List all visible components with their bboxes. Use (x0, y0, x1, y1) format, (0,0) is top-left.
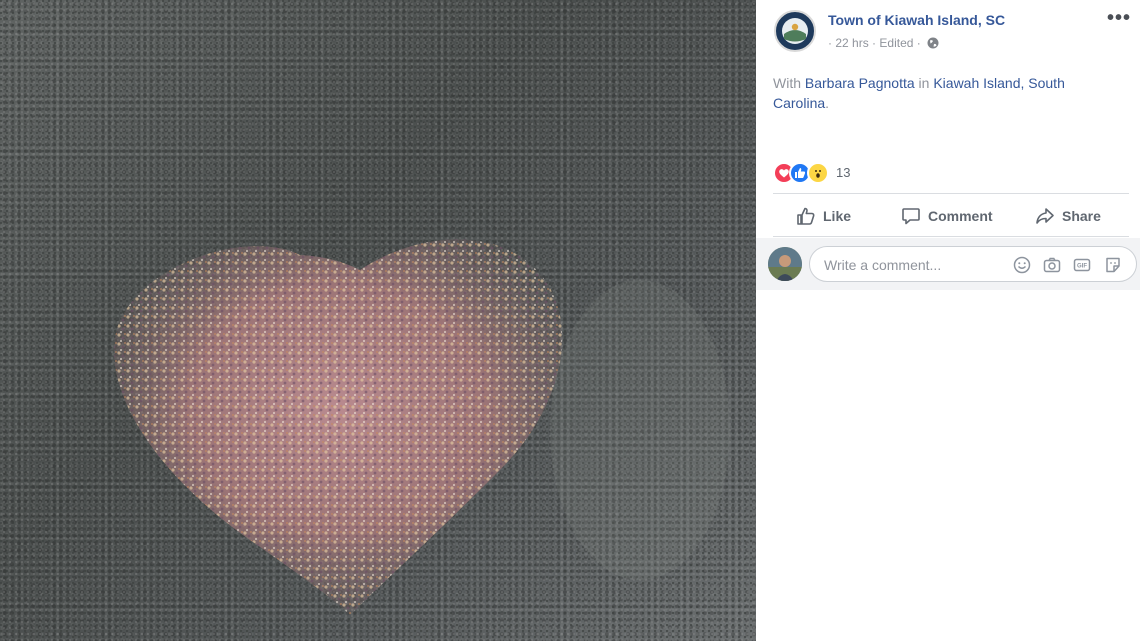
divider (773, 236, 1129, 237)
thumbs-up-icon (797, 207, 815, 225)
with-word: With (773, 75, 801, 91)
like-button[interactable]: Like (796, 198, 851, 234)
page-name-link[interactable]: Town of Kiawah Island, SC (828, 12, 1005, 28)
edited-label[interactable]: Edited (879, 36, 913, 50)
page-avatar[interactable] (774, 10, 816, 52)
share-label: Share (1062, 208, 1101, 224)
post-actions: Like Comment Share (773, 198, 1129, 234)
globe-icon[interactable] (927, 37, 939, 52)
svg-text:GIF: GIF (1077, 264, 1087, 270)
photo-viewer: Town of Kiawah Island, SC · 22 hrs · Edi… (0, 0, 1140, 641)
tagged-person-link[interactable]: Barbara Pagnotta (805, 75, 915, 91)
comment-composer: GIF (756, 238, 1140, 290)
divider (773, 193, 1129, 194)
more-options-icon[interactable]: ••• (1107, 8, 1131, 32)
post-side-panel: Town of Kiawah Island, SC · 22 hrs · Edi… (756, 0, 1140, 641)
post-tagline: With Barbara Pagnotta in Kiawah Island, … (773, 73, 1123, 113)
post-header: Town of Kiawah Island, SC · 22 hrs · Edi… (774, 8, 1134, 54)
tagline-period: . (825, 95, 830, 111)
post-meta: · 22 hrs · Edited · (828, 36, 939, 52)
comment-box[interactable]: GIF (809, 246, 1137, 282)
sticker-icon[interactable] (1103, 255, 1123, 275)
comment-icon (902, 208, 920, 225)
avatar[interactable] (768, 247, 802, 281)
comment-label: Comment (928, 208, 993, 224)
gif-icon[interactable]: GIF (1072, 255, 1092, 275)
emoji-icon[interactable] (1012, 255, 1032, 275)
post-photo[interactable] (0, 0, 756, 641)
meta-dot: · (828, 36, 832, 50)
comment-input[interactable] (822, 255, 1006, 275)
meta-separator: · (872, 36, 877, 50)
camera-icon[interactable] (1042, 255, 1062, 275)
post-time[interactable]: 22 hrs (835, 36, 868, 50)
share-button[interactable]: Share (1035, 198, 1101, 234)
town-seal-icon (777, 13, 813, 49)
reaction-count[interactable]: 13 (836, 165, 850, 180)
wow-icon (807, 162, 829, 184)
like-label: Like (823, 208, 852, 224)
user-avatar-icon (768, 247, 802, 281)
share-icon (1036, 208, 1054, 224)
comment-button[interactable]: Comment (901, 198, 993, 234)
heart-shell-photo (0, 0, 756, 641)
meta-separator-2: · (916, 36, 921, 50)
in-word: in (918, 75, 930, 91)
